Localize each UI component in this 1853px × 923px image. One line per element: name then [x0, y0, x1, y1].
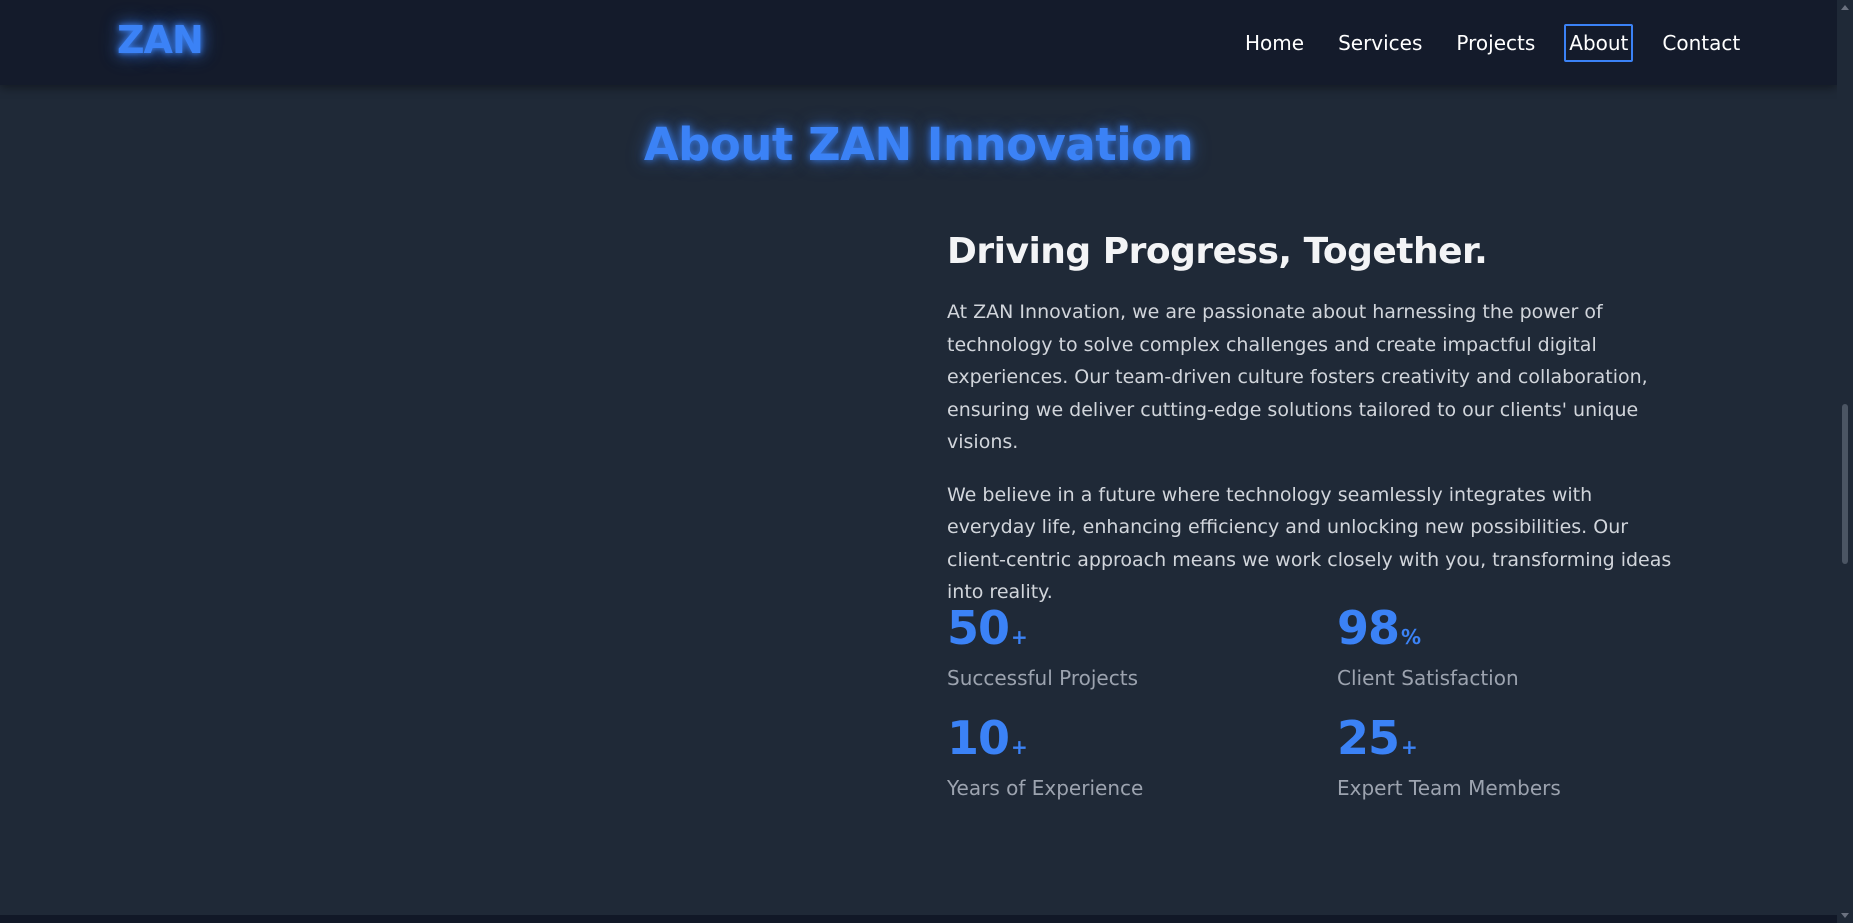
stat-label: Expert Team Members: [1337, 776, 1561, 800]
stat-suffix: +: [1011, 625, 1028, 649]
main-nav: Home Services Projects About Contact: [1240, 24, 1745, 62]
stat-value: 98%: [1337, 601, 1422, 655]
scroll-down-arrow-icon[interactable]: [1841, 913, 1849, 918]
stat-value: 10 +: [947, 711, 1028, 765]
stat-label: Successful Projects: [947, 666, 1138, 690]
about-section-title: About ZAN Innovation: [643, 118, 1194, 171]
nav-home-link[interactable]: Home: [1240, 24, 1309, 62]
about-content: Driving Progress, Together. At ZAN Innov…: [947, 230, 1687, 629]
stat-expert-team-members: 25 + Expert Team Members: [1337, 710, 1697, 801]
stat-years-experience: 10 + Years of Experience: [947, 710, 1307, 801]
stat-successful-projects: 50 + Successful Projects: [947, 600, 1307, 691]
about-subheading: Driving Progress, Together.: [947, 231, 1488, 272]
logo[interactable]: ZAN: [117, 18, 204, 62]
stat-label: Years of Experience: [947, 776, 1144, 800]
footer-edge: [0, 915, 1837, 923]
stat-client-satisfaction: 98% Client Satisfaction: [1337, 600, 1697, 691]
site-header: ZAN Home Services Projects About Contact: [0, 0, 1837, 85]
stat-label: Client Satisfaction: [1337, 666, 1519, 690]
page: ZAN Home Services Projects About Contact…: [0, 0, 1853, 923]
about-paragraph-1: At ZAN Innovation, we are passionate abo…: [947, 301, 1648, 453]
stat-value: 25 +: [1337, 711, 1418, 765]
stat-suffix: +: [1011, 735, 1028, 759]
scroll-up-arrow-icon[interactable]: [1841, 5, 1849, 10]
nav-projects-link[interactable]: Projects: [1451, 24, 1540, 62]
nav-services-link[interactable]: Services: [1333, 24, 1427, 62]
nav-contact-link[interactable]: Contact: [1657, 24, 1745, 62]
nav-about-link[interactable]: About: [1564, 24, 1634, 62]
stat-suffix: %: [1401, 625, 1422, 649]
stat-suffix: +: [1401, 735, 1418, 759]
stat-value: 50 +: [947, 601, 1028, 655]
scroll-thumb[interactable]: [1842, 404, 1848, 564]
about-paragraph-2: We believe in a future where technology …: [947, 483, 1672, 604]
page-scrollbar[interactable]: [1837, 0, 1853, 923]
